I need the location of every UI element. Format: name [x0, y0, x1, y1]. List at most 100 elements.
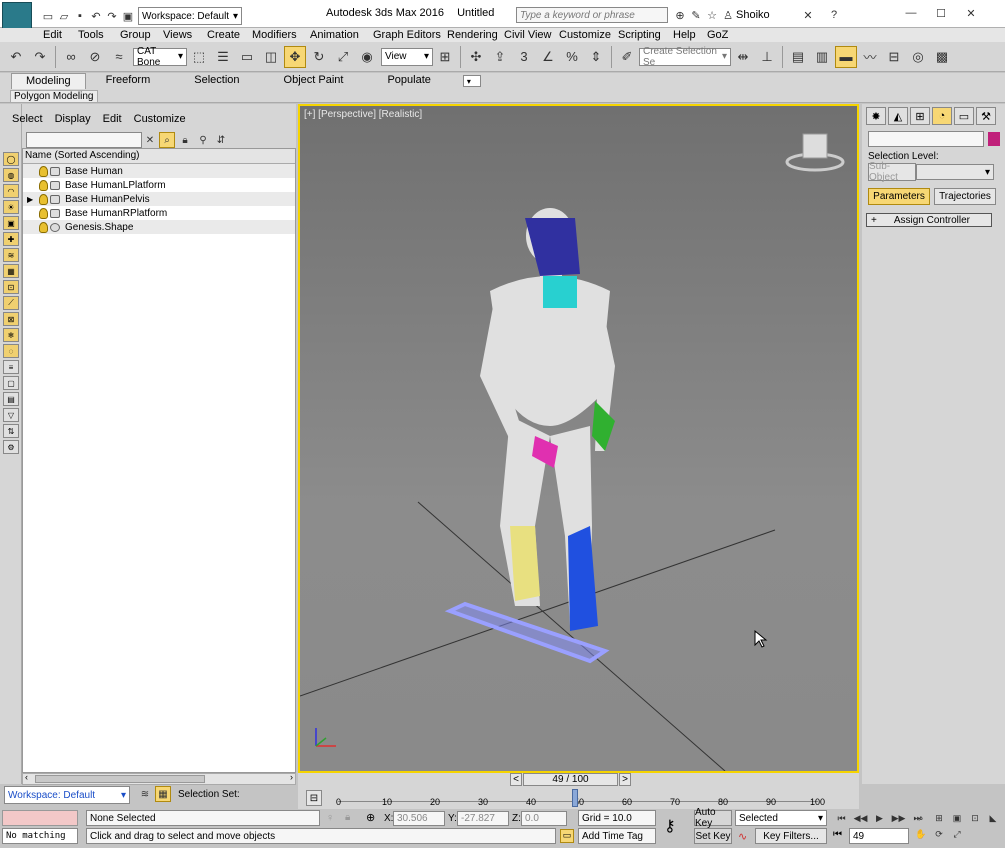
- explorer-menu-customize[interactable]: Customize: [134, 113, 186, 125]
- select-by-name-icon[interactable]: ☰: [212, 46, 234, 68]
- time-slider[interactable]: < 49 / 100 >: [298, 773, 859, 787]
- transform-mode-icon[interactable]: ⊕: [366, 811, 375, 824]
- y-coordinate-field[interactable]: -27.827: [457, 811, 509, 826]
- maxscript-listener-white[interactable]: No matching: [2, 828, 78, 844]
- object-color-swatch[interactable]: [988, 132, 1000, 146]
- set-key-mode-icon[interactable]: ⚷: [664, 816, 676, 836]
- list-item[interactable]: Base HumanRPlatform: [23, 206, 295, 220]
- filter-icon[interactable]: ▽: [3, 408, 19, 422]
- bone-icon[interactable]: [50, 194, 61, 204]
- reference-coordinate-select[interactable]: View ▾: [381, 47, 433, 66]
- settings-icon[interactable]: ⚙: [3, 440, 19, 454]
- menu-item-customize[interactable]: Customize: [559, 28, 618, 42]
- zoom-icon[interactable]: ⌕: [913, 810, 929, 826]
- menu-item-civil-view[interactable]: Civil View: [504, 28, 559, 42]
- menu-item-tools[interactable]: Tools: [78, 28, 120, 42]
- new-file-icon[interactable]: ▭: [40, 8, 56, 24]
- help-icon[interactable]: ?: [826, 7, 842, 23]
- explorer-search-input[interactable]: [26, 132, 142, 148]
- scroll-right-icon[interactable]: ›: [290, 772, 293, 782]
- render-setup-icon[interactable]: ▩: [931, 46, 953, 68]
- scroll-left-icon[interactable]: ‹: [25, 772, 28, 782]
- menu-item-edit[interactable]: Edit: [43, 28, 78, 42]
- freeze-icon[interactable]: [50, 166, 60, 176]
- align-icon[interactable]: ⊥: [756, 46, 778, 68]
- menu-item-create[interactable]: Create: [207, 28, 252, 42]
- menu-item-help[interactable]: Help: [673, 28, 707, 42]
- display-influences-icon[interactable]: ▢: [3, 376, 19, 390]
- display-all-icon[interactable]: ◯: [3, 152, 19, 166]
- motion-tab-icon[interactable]: ◔: [932, 107, 952, 125]
- utilities-tab-icon[interactable]: ⚒: [976, 107, 996, 125]
- viewport-perspective[interactable]: [+] [Perspective] [Realistic]: [298, 104, 859, 773]
- isolate-icon[interactable]: ♀: [326, 812, 334, 824]
- display-space-warps-icon[interactable]: ≋: [3, 248, 19, 262]
- exchange-icon[interactable]: ✕: [800, 7, 816, 23]
- save-icon[interactable]: ▪: [72, 8, 88, 24]
- redo-icon[interactable]: ↷: [104, 8, 120, 24]
- workspace-status-select[interactable]: Workspace: Default ▾: [4, 786, 130, 804]
- z-coordinate-field[interactable]: 0.0: [521, 811, 567, 826]
- explorer-menu-edit[interactable]: Edit: [103, 113, 122, 125]
- set-key-button[interactable]: Set Key: [694, 828, 732, 844]
- prev-frame-icon[interactable]: <: [510, 773, 522, 786]
- selection-lock-icon[interactable]: 🔒︎: [345, 812, 350, 823]
- add-time-tag-field[interactable]: Add Time Tag: [578, 828, 656, 844]
- next-frame-icon[interactable]: >: [619, 773, 631, 786]
- trajectories-button[interactable]: Trajectories: [934, 188, 996, 205]
- key-curve-icon[interactable]: ∿: [738, 830, 747, 843]
- go-to-start-icon[interactable]: ⏮: [833, 810, 850, 826]
- zoom-all-icon[interactable]: ⊞: [931, 810, 947, 826]
- field-of-view-icon[interactable]: ◣: [985, 810, 1001, 826]
- explorer-menu-display[interactable]: Display: [55, 113, 91, 125]
- horizontal-scrollbar[interactable]: ‹ ›: [22, 772, 296, 785]
- freeze-icon[interactable]: [50, 180, 60, 190]
- layer-explorer-icon[interactable]: ▥: [811, 46, 833, 68]
- display-hidden-icon[interactable]: ◌: [3, 344, 19, 358]
- select-and-place-icon[interactable]: ◉: [356, 46, 378, 68]
- favorites-star-icon[interactable]: ☆: [704, 7, 720, 23]
- select-and-move-icon[interactable]: ✥: [284, 45, 306, 68]
- selection-filter-select[interactable]: CAT Bone ▾: [133, 46, 187, 68]
- create-tab-icon[interactable]: ✸: [866, 107, 886, 125]
- sub-object-button[interactable]: Sub-Object: [868, 161, 916, 183]
- maximize-viewport-icon[interactable]: ⤢: [949, 826, 965, 842]
- spinner-snap-icon[interactable]: ⇕: [585, 46, 607, 68]
- close-icon[interactable]: ✕: [956, 5, 986, 21]
- light-bulb-icon[interactable]: [39, 165, 48, 177]
- expand-arrow-icon[interactable]: ▶: [27, 195, 33, 204]
- tab-object-paint[interactable]: Object Paint: [264, 73, 364, 89]
- pan-icon[interactable]: ✋: [913, 826, 929, 842]
- tab-freeform[interactable]: Freeform: [86, 73, 171, 89]
- communication-icon[interactable]: ✎: [688, 7, 704, 23]
- redo-icon[interactable]: ↷: [29, 46, 51, 68]
- display-helpers-icon[interactable]: ✚: [3, 232, 19, 246]
- angle-snap-icon[interactable]: ∠: [537, 46, 559, 68]
- open-file-icon[interactable]: ▱: [56, 8, 72, 24]
- list-item[interactable]: Base Human: [23, 164, 295, 178]
- undo-icon[interactable]: ↶: [88, 8, 104, 24]
- x-coordinate-field[interactable]: 30.506: [393, 811, 445, 826]
- display-dependents-icon[interactable]: ▤: [3, 392, 19, 406]
- menu-item-goz[interactable]: GoZ: [707, 28, 737, 42]
- window-crossing-icon[interactable]: ◫: [260, 46, 282, 68]
- edit-named-selection-icon[interactable]: ✐: [616, 46, 638, 68]
- menu-item-animation[interactable]: Animation: [310, 28, 373, 42]
- menu-item-group[interactable]: Group: [120, 28, 163, 42]
- menu-item-graph-editors[interactable]: Graph Editors: [373, 28, 447, 42]
- bind-space-warp-icon[interactable]: ≈: [108, 46, 130, 68]
- light-bulb-icon[interactable]: [39, 207, 48, 219]
- curve-editor-icon[interactable]: 〰: [859, 46, 881, 68]
- list-item[interactable]: ▶ Base HumanPelvis: [23, 192, 295, 206]
- object-name-field[interactable]: [868, 131, 984, 147]
- current-frame-field[interactable]: 49: [849, 828, 909, 844]
- link-icon[interactable]: ∞: [60, 46, 82, 68]
- key-filters-button[interactable]: Key Filters...: [755, 828, 827, 844]
- key-mode-toggle-icon[interactable]: ⏮: [833, 829, 842, 840]
- display-lights-icon[interactable]: ☀: [3, 200, 19, 214]
- light-bulb-icon[interactable]: [39, 179, 48, 191]
- ribbon-options-toggle[interactable]: ▾: [462, 75, 481, 87]
- explorer-menu-select[interactable]: Select: [12, 113, 43, 125]
- time-tag-icon[interactable]: ▭: [560, 829, 574, 843]
- zoom-extents-all-icon[interactable]: ⊡: [967, 810, 983, 826]
